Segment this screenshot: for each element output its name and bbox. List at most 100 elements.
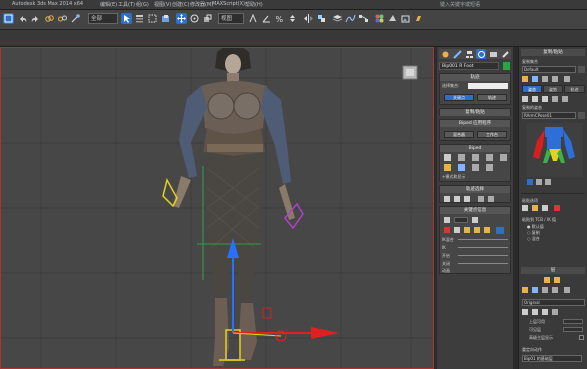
menu-item-modifiers[interactable]: 修改器(M) — [190, 1, 213, 8]
select-object-icon[interactable] — [3, 13, 14, 24]
trajectories-icon[interactable] — [496, 227, 504, 234]
layer-row-field[interactable] — [563, 319, 583, 324]
search-field[interactable]: 键入关键字或短语 — [440, 1, 480, 8]
body-rotation-icon[interactable] — [464, 196, 470, 202]
modes-display-label[interactable]: +模式和显示 — [442, 174, 465, 180]
chevron-down-icon[interactable] — [578, 66, 585, 73]
menu-item-help[interactable]: 帮助(H) — [245, 1, 263, 8]
layer-icon[interactable] — [332, 13, 343, 24]
select-name-icon[interactable] — [134, 13, 145, 24]
body-vertical-icon[interactable] — [454, 196, 460, 202]
utilities-tab-icon[interactable] — [500, 49, 510, 59]
rollout-title[interactable]: 复制/粘贴 — [440, 109, 510, 116]
paste-opposite-icon[interactable] — [542, 96, 548, 102]
paste-vertical-icon[interactable] — [532, 205, 538, 211]
render-setup-icon[interactable] — [387, 13, 398, 24]
move-icon[interactable] — [176, 13, 187, 24]
footstep-mode-icon[interactable] — [458, 154, 465, 161]
render-frame-icon[interactable] — [400, 13, 411, 24]
save-file-icon[interactable] — [458, 164, 465, 171]
convert-icon[interactable] — [472, 164, 479, 171]
angle-snap-icon[interactable] — [261, 13, 272, 24]
workbench-button[interactable]: 工作台 — [477, 131, 507, 138]
layer-name-field[interactable]: Original — [522, 299, 585, 306]
keys-button[interactable]: 关键点 — [444, 94, 474, 101]
move-all-icon[interactable] — [486, 164, 493, 171]
window-crossing-icon[interactable] — [160, 13, 171, 24]
layers-rollout-title[interactable]: 层 — [521, 267, 585, 274]
mixer-mode-icon[interactable] — [486, 154, 493, 161]
ik-slider[interactable] — [458, 247, 508, 248]
next-layer-icon[interactable] — [554, 277, 560, 283]
layer-lock-icon[interactable] — [542, 309, 548, 315]
render-icon[interactable] — [413, 13, 424, 24]
paste-pose-icon[interactable] — [532, 96, 538, 102]
align-icon[interactable] — [316, 13, 327, 24]
menu-item-group[interactable]: 组(G) — [136, 1, 149, 8]
capture-icon[interactable] — [527, 179, 533, 185]
save-layer-icon[interactable] — [532, 287, 538, 293]
display-tab-icon[interactable] — [488, 49, 498, 59]
schematic-icon[interactable] — [358, 13, 369, 24]
copy-pose-icon[interactable] — [522, 96, 528, 102]
view-dropdown[interactable]: 视图 — [218, 13, 244, 24]
rect-select-icon[interactable] — [147, 13, 158, 24]
auto-key-icon[interactable] — [554, 205, 560, 211]
load-collection-icon[interactable] — [522, 76, 528, 82]
selection-filter-dropdown[interactable]: 全部 — [88, 13, 118, 24]
delete-pose-icon[interactable] — [552, 96, 558, 102]
paste-rotation-icon[interactable] — [542, 205, 548, 211]
prev-layer-icon[interactable] — [544, 277, 550, 283]
rollout-title[interactable]: 轨迹 — [440, 74, 510, 81]
rollout-title[interactable]: Biped — [440, 145, 510, 152]
ik-off-slider[interactable] — [458, 263, 508, 264]
redo-icon[interactable] — [30, 13, 41, 24]
save-collection-icon[interactable] — [532, 76, 538, 82]
layer-key-icon[interactable] — [532, 309, 538, 315]
panel-title[interactable]: 复制/粘贴 — [521, 49, 585, 56]
layer-visibility-icon[interactable] — [522, 309, 528, 315]
create-layer-icon[interactable] — [522, 287, 528, 293]
copied-pose-dropdown[interactable]: RArmCPose01 — [522, 112, 576, 119]
next-key-icon[interactable] — [472, 217, 478, 223]
set-key-icon[interactable] — [444, 227, 450, 233]
tab-posture[interactable]: 姿势 — [543, 85, 563, 93]
collection-dropdown[interactable]: Default — [522, 66, 576, 73]
material-editor-icon[interactable] — [374, 13, 385, 24]
base-layer-dropdown[interactable]: Bip01 的基础层 — [522, 355, 582, 362]
new-collection-icon[interactable] — [542, 76, 548, 82]
motion-flow-icon[interactable] — [472, 154, 479, 161]
select-icon[interactable] — [121, 13, 132, 24]
pose-thumbnail[interactable] — [527, 123, 583, 177]
scale-icon[interactable] — [202, 13, 213, 24]
bind-icon[interactable] — [70, 13, 81, 24]
undo-icon[interactable] — [17, 13, 28, 24]
ik-on-slider[interactable] — [458, 255, 508, 256]
menu-item-create[interactable]: 创建(C) — [172, 1, 189, 8]
percent-snap-icon[interactable]: % — [274, 13, 285, 24]
key-number-field[interactable] — [454, 217, 468, 223]
delete-collection-icon[interactable] — [552, 76, 558, 82]
spinner-snap-icon[interactable] — [287, 13, 298, 24]
paste-horizontal-icon[interactable] — [522, 205, 528, 211]
tracks-button[interactable]: 轨迹 — [477, 94, 507, 101]
motion-tab-icon[interactable] — [476, 49, 486, 59]
set-sliding-key-icon[interactable] — [474, 227, 480, 233]
radio-blend[interactable]: ○ 混合 — [527, 236, 540, 242]
menu-item-tools[interactable]: 工具(T) — [118, 1, 135, 8]
rollout-title[interactable]: Biped 应用程序 — [440, 120, 510, 127]
rollout-title[interactable]: 关键点信息 — [440, 207, 510, 214]
unlink-icon[interactable] — [57, 13, 68, 24]
menu-item-maxscript[interactable]: MAXScript(X) — [212, 1, 245, 7]
ik-blend-slider[interactable] — [458, 239, 508, 240]
body-horizontal-icon[interactable] — [444, 196, 450, 202]
rotate-icon[interactable] — [189, 13, 200, 24]
paste-tcb-label[interactable]: 粘贴到 TCB / IK 值 — [522, 217, 556, 223]
set-free-key-icon[interactable] — [484, 227, 490, 233]
delete-layer-icon[interactable] — [564, 287, 570, 293]
figure-mode-icon[interactable] — [444, 154, 451, 161]
symmetrical-icon[interactable] — [478, 196, 484, 202]
load-file-icon[interactable] — [444, 164, 451, 171]
close-icon[interactable] — [564, 76, 570, 82]
set-planted-key-icon[interactable] — [464, 227, 470, 233]
